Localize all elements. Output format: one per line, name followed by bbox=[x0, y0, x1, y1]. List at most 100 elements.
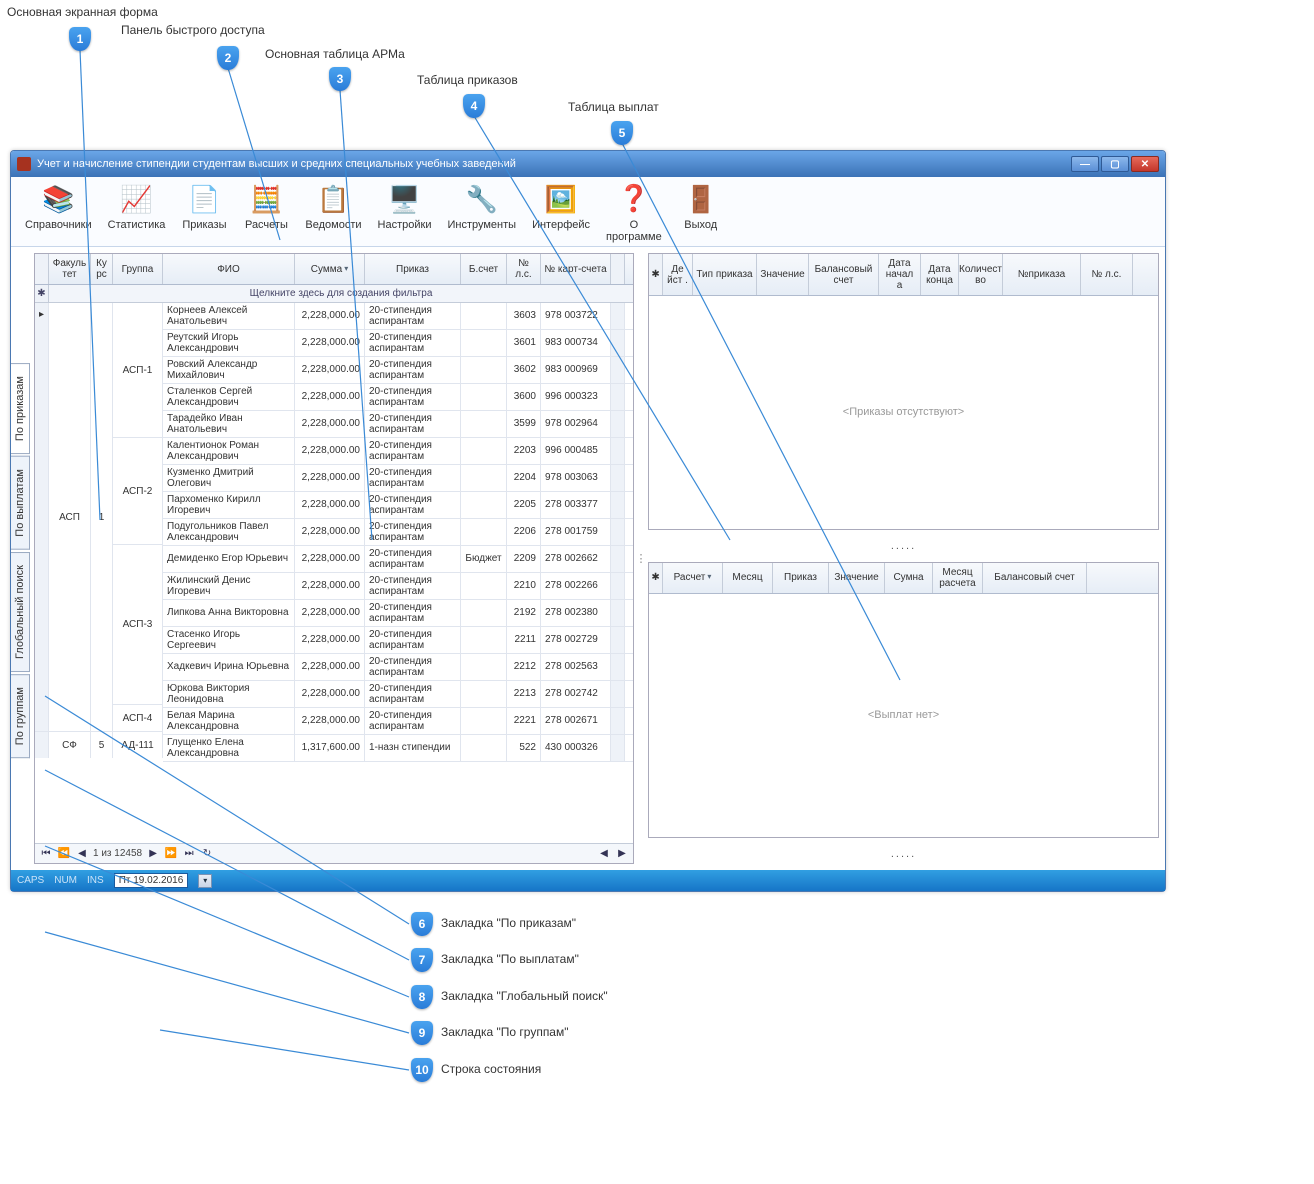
col-card[interactable]: № карт-счета bbox=[541, 254, 611, 284]
cell-order: 20-стипендия аспирантам bbox=[365, 546, 461, 572]
payments-grid: ✱ Расчет Месяц Приказ Значение Сумна Мес… bbox=[648, 562, 1159, 839]
callout-1-num: 1 bbox=[69, 27, 91, 51]
cell-bsc bbox=[461, 384, 507, 410]
table-row[interactable]: Глущенко Елена Александровна1,317,600.00… bbox=[163, 735, 633, 762]
table-row[interactable]: Жилинский Денис Игоревич2,228,000.0020-с… bbox=[163, 573, 633, 600]
grid-navigator[interactable]: ⏮ ⏪ ◀ 1 из 12458 ▶ ⏩ ⏭ ↻ ◀▶ bbox=[35, 843, 633, 863]
table-row[interactable]: Ровский Александр Михайлович2,228,000.00… bbox=[163, 357, 633, 384]
side-tab-2[interactable]: Глобальный поиск bbox=[11, 552, 30, 672]
cell-nls: 522 bbox=[507, 735, 541, 761]
cell-sum: 2,228,000.00 bbox=[295, 330, 365, 356]
toolbar-интерфейс[interactable]: 🖼️ Интерфейс bbox=[524, 181, 598, 246]
cell-bsc bbox=[461, 411, 507, 437]
cell-order: 20-стипендия аспирантам bbox=[365, 465, 461, 491]
side-tab-0[interactable]: По приказам bbox=[11, 363, 30, 454]
main-grid-body[interactable]: ▸ АСП 1 АСП-1 АСП-2 АСП-3 АСП-4 bbox=[35, 303, 633, 843]
cell-sum: 2,228,000.00 bbox=[295, 654, 365, 680]
table-row[interactable]: Подугольников Павел Александрович2,228,0… bbox=[163, 519, 633, 546]
cell-card: 278 002662 bbox=[541, 546, 611, 572]
toolbar-приказы[interactable]: 📄 Приказы bbox=[173, 181, 235, 246]
cell-group1: АСП-1 bbox=[113, 303, 163, 437]
cell-group4: АСП-4 bbox=[113, 704, 163, 731]
main-grid-header[interactable]: Факуль тет Ку рс Группа ФИО Сумма Приказ… bbox=[35, 254, 633, 285]
cell-sum: 2,228,000.00 bbox=[295, 492, 365, 518]
toolbar-настройки[interactable]: 🖥️ Настройки bbox=[370, 181, 440, 246]
table-row[interactable]: Реутский Игорь Александрович2,228,000.00… bbox=[163, 330, 633, 357]
maximize-button[interactable]: ▢ bbox=[1101, 156, 1129, 172]
col-fio[interactable]: ФИО bbox=[163, 254, 295, 284]
table-row[interactable]: Тарадейко Иван Анатольевич2,228,000.0020… bbox=[163, 411, 633, 438]
table-row[interactable]: Хадкевич Ирина Юрьевна2,228,000.0020-сти… bbox=[163, 654, 633, 681]
cell-nls: 2210 bbox=[507, 573, 541, 599]
nav-first-icon[interactable]: ⏮ bbox=[39, 847, 53, 861]
toolbar-инструменты[interactable]: 🔧 Инструменты bbox=[439, 181, 524, 246]
table-row[interactable]: Кузменко Дмитрий Олегович2,228,000.0020-… bbox=[163, 465, 633, 492]
table-row[interactable]: Пархоменко Кирилл Игоревич2,228,000.0020… bbox=[163, 492, 633, 519]
table-row[interactable]: Сталенков Сергей Александрович2,228,000.… bbox=[163, 384, 633, 411]
cell-fio: Тарадейко Иван Анатольевич bbox=[163, 411, 295, 437]
toolbar-о-программе[interactable]: ❓ О программе bbox=[598, 181, 670, 246]
toolbar-справочники[interactable]: 📚 Справочники bbox=[17, 181, 100, 246]
toolbar-icon: 🖥️ bbox=[389, 183, 421, 215]
table-row[interactable]: Липкова Анна Викторовна2,228,000.0020-ст… bbox=[163, 600, 633, 627]
date-dropdown-icon[interactable]: ▾ bbox=[198, 874, 212, 888]
orders-grid-header[interactable]: ✱ Де йст . Тип приказа Значение Балансов… bbox=[649, 254, 1158, 296]
toolbar-статистика[interactable]: 📈 Статистика bbox=[100, 181, 174, 246]
col-order[interactable]: Приказ bbox=[365, 254, 461, 284]
close-button[interactable]: ✕ bbox=[1131, 156, 1159, 172]
side-tab-1[interactable]: По выплатам bbox=[11, 456, 30, 550]
nav-nextpage-icon[interactable]: ⏩ bbox=[164, 847, 178, 861]
cell-order: 20-стипендия аспирантам bbox=[365, 492, 461, 518]
nav-refresh-icon[interactable]: ↻ bbox=[200, 847, 214, 861]
toolbar-label: Справочники bbox=[25, 219, 92, 232]
nav-last-icon[interactable]: ⏭ bbox=[182, 847, 196, 861]
toolbar-icon: 🔧 bbox=[466, 183, 498, 215]
separator-dots-2: ..... bbox=[648, 844, 1159, 864]
table-row[interactable]: Демиденко Егор Юрьевич2,228,000.0020-сти… bbox=[163, 546, 633, 573]
toolbar-icon: 📈 bbox=[121, 183, 153, 215]
col-kurs[interactable]: Ку рс bbox=[91, 254, 113, 284]
table-row[interactable]: Белая Марина Александровна2,228,000.0020… bbox=[163, 708, 633, 735]
table-row[interactable]: Корнеев Алексей Анатольевич2,228,000.002… bbox=[163, 303, 633, 330]
table-row[interactable]: Юркова Виктория Леонидовна2,228,000.0020… bbox=[163, 681, 633, 708]
nav-next-icon[interactable]: ▶ bbox=[146, 847, 160, 861]
toolbar-выход[interactable]: 🚪 Выход bbox=[670, 181, 732, 246]
cell-faculty: АСП bbox=[49, 303, 91, 731]
table-row[interactable]: Калентионок Роман Александрович2,228,000… bbox=[163, 438, 633, 465]
cell-bsc bbox=[461, 708, 507, 734]
col-sum[interactable]: Сумма bbox=[295, 254, 365, 284]
side-tab-3[interactable]: По группам bbox=[11, 674, 30, 758]
cell-order: 20-стипендия аспирантам bbox=[365, 438, 461, 464]
callout-3-num: 3 bbox=[329, 67, 351, 91]
toolbar-ведомости[interactable]: 📋 Ведомости bbox=[297, 181, 369, 246]
minimize-button[interactable]: — bbox=[1071, 156, 1099, 172]
toolbar-label: Инструменты bbox=[447, 219, 516, 232]
cell-card: 978 002964 bbox=[541, 411, 611, 437]
toolbar-label: Интерфейс bbox=[532, 219, 590, 232]
col-group[interactable]: Группа bbox=[113, 254, 163, 284]
col-bsc[interactable]: Б.счет bbox=[461, 254, 507, 284]
toolbar-label: О программе bbox=[606, 219, 662, 244]
app-icon bbox=[17, 157, 31, 171]
col-nls[interactable]: № л.с. bbox=[507, 254, 541, 284]
table-row[interactable]: Стасенко Игорь Сергеевич2,228,000.0020-с… bbox=[163, 627, 633, 654]
nav-prevpage-icon[interactable]: ⏪ bbox=[57, 847, 71, 861]
payments-grid-header[interactable]: ✱ Расчет Месяц Приказ Значение Сумна Мес… bbox=[649, 563, 1158, 594]
splitter[interactable]: ⋮ bbox=[638, 253, 644, 864]
cell-fio: Юркова Виктория Леонидовна bbox=[163, 681, 295, 707]
toolbar-icon: ❓ bbox=[618, 183, 650, 215]
titlebar[interactable]: Учет и начисление стипендии студентам вы… bbox=[11, 151, 1165, 177]
status-num: NUM bbox=[54, 875, 77, 886]
orders-grid: ✱ Де йст . Тип приказа Значение Балансов… bbox=[648, 253, 1159, 530]
cell-card: 278 002742 bbox=[541, 681, 611, 707]
col-faculty[interactable]: Факуль тет bbox=[49, 254, 91, 284]
cell-fio: Корнеев Алексей Анатольевич bbox=[163, 303, 295, 329]
toolbar-icon: 🚪 bbox=[685, 183, 717, 215]
status-date[interactable]: Пт 19.02.2016 bbox=[114, 873, 189, 888]
filter-row[interactable]: ✱ Щелкните здесь для создания фильтра bbox=[35, 285, 633, 303]
toolbar-расчеты[interactable]: 🧮 Расчеты bbox=[235, 181, 297, 246]
callout-5-label: Таблица выплат bbox=[568, 100, 659, 114]
nav-prev-icon[interactable]: ◀ bbox=[75, 847, 89, 861]
cell-card: 278 002671 bbox=[541, 708, 611, 734]
cell-sum: 2,228,000.00 bbox=[295, 438, 365, 464]
